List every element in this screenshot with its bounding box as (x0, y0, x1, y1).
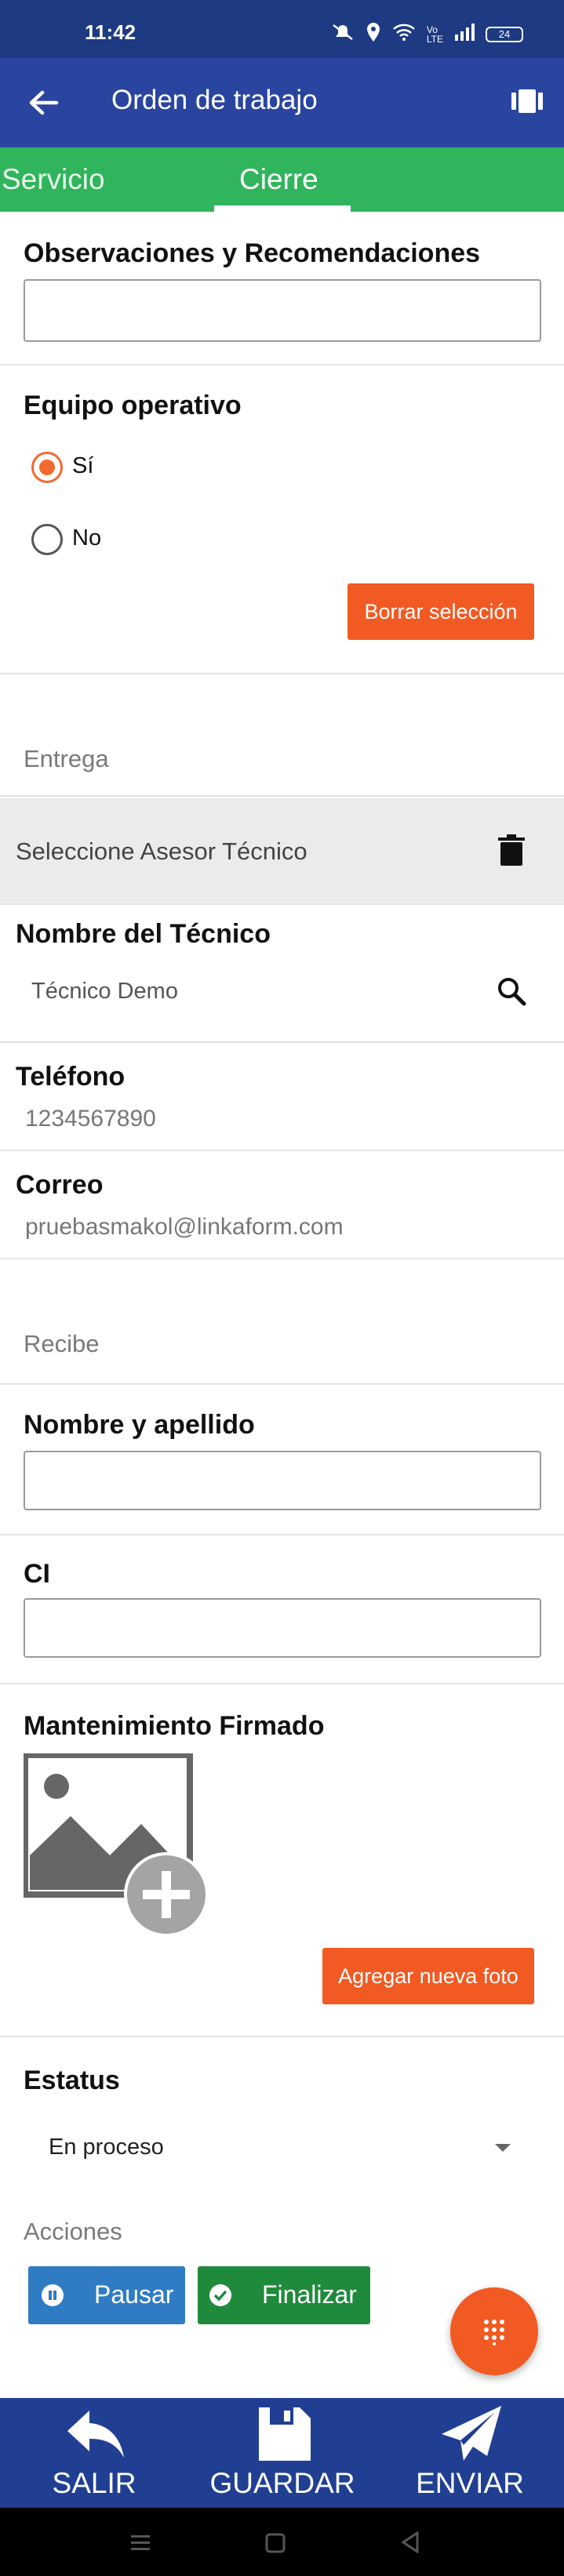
home-icon[interactable] (265, 2533, 286, 2557)
trash-icon[interactable] (496, 833, 527, 871)
status-icons: Vo LTE 24 (331, 22, 523, 46)
exit-button[interactable]: SALIR (16, 2398, 173, 2508)
wifi-icon (392, 23, 416, 45)
tab-cierre[interactable]: Cierre (239, 163, 318, 196)
divider (0, 2036, 564, 2037)
divider (0, 1534, 564, 1535)
divider (0, 1150, 564, 1151)
recibe-heading: Recibe (24, 1330, 100, 1357)
estatus-value: En proceso (49, 2135, 164, 2160)
divider (0, 903, 564, 905)
pause-label: Pausar (94, 2280, 174, 2309)
dialpad-icon (480, 2317, 508, 2349)
estatus-select[interactable]: En proceso (24, 2120, 541, 2175)
volte-icon: Vo LTE (426, 24, 443, 45)
dropdown-arrow-icon (494, 2142, 511, 2156)
acciones-label: Acciones (24, 2218, 122, 2245)
divider (0, 1383, 564, 1385)
radio-si-label: Sí (72, 453, 94, 478)
tab-indicator (214, 205, 351, 212)
tab-bar: Servicio Cierre (0, 147, 564, 212)
location-icon (366, 22, 381, 46)
entrega-heading: Entrega (24, 745, 109, 772)
search-icon[interactable] (496, 976, 527, 1011)
divider (0, 1683, 564, 1684)
fab-dialpad-button[interactable] (450, 2287, 538, 2375)
asesor-placeholder: Seleccione Asesor Técnico (16, 837, 307, 865)
ci-label: CI (24, 1559, 50, 1589)
radio-no-label: No (72, 525, 102, 550)
system-nav-bar (0, 2508, 564, 2576)
send-button[interactable]: ENVIAR (391, 2398, 548, 2508)
status-time: 11:42 (85, 20, 136, 44)
clear-selection-button[interactable]: Borrar selección (347, 583, 534, 640)
finish-button[interactable]: Finalizar (198, 2266, 370, 2324)
divider (0, 1041, 564, 1043)
divider (0, 673, 564, 674)
tecnico-value[interactable]: Técnico Demo (31, 979, 178, 1005)
back-arrow-icon[interactable] (27, 86, 60, 119)
exit-label: SALIR (52, 2467, 136, 2499)
page-title: Orden de trabajo (111, 85, 318, 115)
mantenimiento-label: Mantenimiento Firmado (24, 1711, 325, 1741)
estatus-label: Estatus (24, 2066, 120, 2095)
radio-si[interactable] (31, 452, 63, 483)
check-circle-icon (209, 2284, 232, 2313)
divider (0, 1258, 564, 1259)
telefono-value: 1234567890 (25, 1106, 156, 1132)
nombre-apellido-label: Nombre y apellido (24, 1410, 255, 1440)
asesor-selector[interactable]: Seleccione Asesor Técnico (0, 798, 564, 903)
divider (0, 795, 564, 797)
equipo-operativo-label: Equipo operativo (24, 391, 242, 420)
back-nav-icon[interactable] (400, 2531, 420, 2557)
correo-value: pruebasmakol@linkaform.com (25, 1214, 344, 1240)
radio-no[interactable] (31, 524, 63, 555)
ci-input[interactable] (24, 1598, 541, 1658)
tecnico-label: Nombre del Técnico (16, 919, 271, 949)
send-label: ENVIAR (416, 2467, 524, 2499)
battery-icon: 24 (486, 26, 523, 42)
add-photo-button[interactable]: Agregar nueva foto (322, 1948, 534, 2004)
mute-icon (331, 23, 355, 45)
pause-button[interactable]: Pausar (28, 2266, 185, 2324)
signal-icon (454, 24, 475, 45)
tab-servicio[interactable]: Servicio (2, 163, 105, 196)
image-placeholder-icon[interactable] (22, 1752, 212, 1946)
status-bar: 11:42 Vo LTE 24 (0, 0, 564, 58)
bottom-nav: SALIR GUARDAR ENVIAR (0, 2398, 564, 2508)
pause-icon (41, 2284, 64, 2313)
nombre-apellido-input[interactable] (24, 1451, 541, 1510)
app-bar: Orden de trabajo (0, 58, 564, 147)
send-icon (442, 2406, 501, 2461)
save-button[interactable]: GUARDAR (204, 2398, 361, 2508)
telefono-label: Teléfono (16, 1062, 126, 1092)
recents-icon[interactable] (130, 2533, 151, 2556)
save-label: GUARDAR (209, 2467, 355, 2499)
reply-icon (67, 2411, 124, 2458)
finish-label: Finalizar (262, 2280, 357, 2309)
divider (0, 364, 564, 365)
observaciones-input[interactable] (24, 279, 541, 342)
view-carousel-icon[interactable] (509, 83, 545, 119)
save-icon (259, 2407, 311, 2461)
correo-label: Correo (16, 1170, 104, 1200)
observaciones-label: Observaciones y Recomendaciones (24, 238, 481, 268)
